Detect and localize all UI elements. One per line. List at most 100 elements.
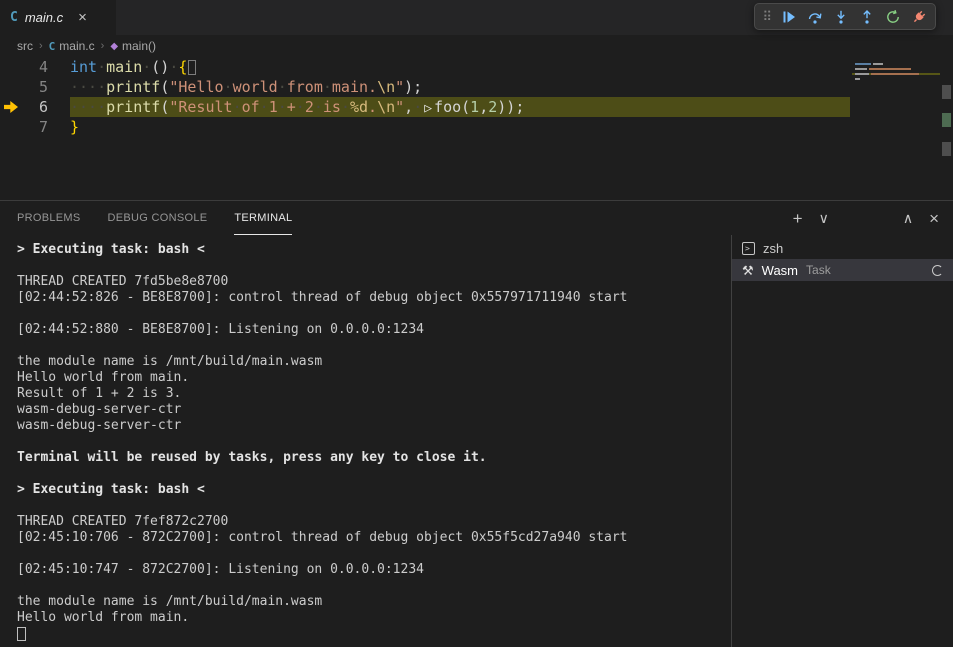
step-out-button[interactable] [855, 5, 878, 28]
terminal-line: THREAD CREATED 7fef872c2700 [17, 514, 731, 530]
terminal-line: the module name is /mnt/build/main.wasm [17, 594, 731, 610]
step-into-button[interactable] [829, 5, 852, 28]
terminal-line [17, 626, 731, 646]
tab-main-c[interactable]: C main.c × [0, 0, 116, 35]
new-terminal-icon[interactable]: + [793, 210, 803, 227]
overview-ruler [940, 57, 953, 200]
symbol-method-icon: ◆ [110, 41, 118, 52]
editor-gutter[interactable]: 4 [0, 57, 70, 77]
terminal-line: [02:44:52:880 - BE8E8700]: Listening on … [17, 322, 731, 338]
maximize-panel-icon[interactable]: ∧ [903, 211, 913, 225]
whitespace-dots: ···· [70, 98, 106, 116]
c-file-icon: C [49, 40, 56, 53]
c-file-icon: C [10, 10, 18, 25]
terminal-line: [02:44:52:826 - BE8E8700]: control threa… [17, 290, 731, 306]
breadcrumb-item-main[interactable]: ◆main() [110, 39, 156, 53]
breadcrumb-item-src[interactable]: src [17, 39, 33, 53]
terminal-line [17, 258, 731, 274]
continue-button[interactable] [777, 5, 800, 28]
panel-actions: + ∨ ∧ × [793, 210, 939, 227]
code-editor[interactable]: 4int·main·()·{5····printf("Hello·world·f… [0, 57, 953, 200]
whitespace-dots: · [224, 78, 233, 96]
terminal-cursor [17, 627, 26, 641]
line-number: 5 [39, 78, 48, 96]
code-content[interactable]: ····printf("Result·of·1·+·2·is·%d.\n",·▷… [70, 97, 850, 117]
terminal-list: >zsh⚒WasmTask [731, 235, 953, 647]
whitespace-dots: · [413, 98, 422, 116]
terminal-line: > Executing task: bash < [17, 482, 731, 498]
breadcrumb: src › Cmain.c › ◆main() [0, 35, 953, 57]
terminal-line: THREAD CREATED 7fd5be8e8700 [17, 274, 731, 290]
whitespace-dots: · [341, 98, 350, 116]
panel-tab-problems[interactable]: PROBLEMS [17, 202, 81, 235]
code-content[interactable]: int·main·()·{ [70, 57, 850, 77]
editor-gutter[interactable]: 5 [0, 77, 70, 97]
bottom-panel: PROBLEMS DEBUG CONSOLE TERMINAL + ∨ ∧ × > Exe… [0, 200, 953, 647]
breadcrumb-item-mainc[interactable]: Cmain.c [49, 39, 95, 53]
terminal-line [17, 466, 731, 482]
tools-icon: ⚒ [742, 264, 754, 277]
editor-cursor [188, 60, 196, 75]
whitespace-dots: · [278, 78, 287, 96]
code-line: 5····printf("Hello·world·from·main.\n"); [0, 77, 850, 97]
code-content[interactable]: ····printf("Hello·world·from·main.\n"); [70, 77, 850, 97]
whitespace-dots: · [296, 98, 305, 116]
whitespace-dots: · [260, 98, 269, 116]
terminal-line: Hello world from main. [17, 610, 731, 626]
code-line: 6····printf("Result·of·1·+·2·is·%d.\n",·… [0, 97, 850, 117]
close-panel-icon[interactable]: × [929, 210, 939, 227]
terminal-dropdown-icon[interactable]: ∨ [819, 211, 829, 225]
editor-gutter[interactable]: 7 [0, 117, 70, 137]
debug-current-line-arrow [4, 101, 18, 113]
panel-body: > Executing task: bash < THREAD CREATED … [0, 235, 953, 647]
terminal-icon: > [742, 242, 755, 255]
terminal-line [17, 306, 731, 322]
terminal-line: Hello world from main. [17, 370, 731, 386]
terminal-line: > Executing task: bash < [17, 242, 731, 258]
whitespace-dots: · [278, 98, 287, 116]
terminal-line [17, 546, 731, 562]
tab-bar: C main.c × ⠿ [0, 0, 953, 35]
step-over-button[interactable] [803, 5, 826, 28]
whitespace-dots: · [142, 58, 151, 76]
code-line: 4 int·main·()·{ [0, 57, 850, 77]
terminal-line [17, 338, 731, 354]
terminal-line [17, 578, 731, 594]
whitespace-dots: · [97, 58, 106, 76]
tab-label: main.c [25, 10, 63, 25]
debug-toolbar: ⠿ [754, 3, 936, 30]
whitespace-dots: · [233, 98, 242, 116]
terminal-line: the module name is /mnt/build/main.wasm [17, 354, 731, 370]
code-content[interactable]: } [70, 117, 850, 137]
disconnect-button[interactable] [907, 5, 930, 28]
loading-spinner-icon [932, 265, 943, 276]
breadcrumb-separator: › [39, 40, 43, 52]
restart-button[interactable] [881, 5, 904, 28]
terminal-line: [02:45:10:706 - 872C2700]: control threa… [17, 530, 731, 546]
terminal-line [17, 434, 731, 450]
terminal-line: wasm-debug-server-ctr [17, 402, 731, 418]
line-number: 6 [39, 98, 48, 116]
terminal-line: wasm-debug-server-ctr [17, 418, 731, 434]
terminal-list-item-wasm[interactable]: ⚒WasmTask [732, 259, 953, 281]
whitespace-dots: · [314, 98, 323, 116]
editor-gutter[interactable]: 6 [0, 97, 70, 117]
terminal-output[interactable]: > Executing task: bash < THREAD CREATED … [0, 235, 731, 647]
terminal-line: Result of 1 + 2 is 3. [17, 386, 731, 402]
line-number: 7 [39, 118, 48, 136]
line-number: 4 [39, 58, 48, 76]
code-line: 7} [0, 117, 850, 137]
terminal-line: Terminal will be reused by tasks, press … [17, 450, 731, 466]
inline-run-icon[interactable]: ▷ [422, 101, 434, 116]
terminal-line [17, 498, 731, 514]
tab-close-icon[interactable]: × [78, 9, 87, 26]
panel-tab-terminal[interactable]: TERMINAL [234, 202, 292, 235]
minimap[interactable] [852, 60, 940, 83]
terminal-list-item-zsh[interactable]: >zsh [732, 237, 953, 259]
drag-handle-icon[interactable]: ⠿ [762, 9, 772, 25]
terminal-line: [02:45:10:747 - 872C2700]: Listening on … [17, 562, 731, 578]
whitespace-dots: ···· [70, 78, 106, 96]
panel-tab-debug-console[interactable]: DEBUG CONSOLE [108, 202, 208, 235]
panel-header: PROBLEMS DEBUG CONSOLE TERMINAL + ∨ ∧ × [0, 201, 953, 235]
breadcrumb-separator: › [101, 40, 105, 52]
